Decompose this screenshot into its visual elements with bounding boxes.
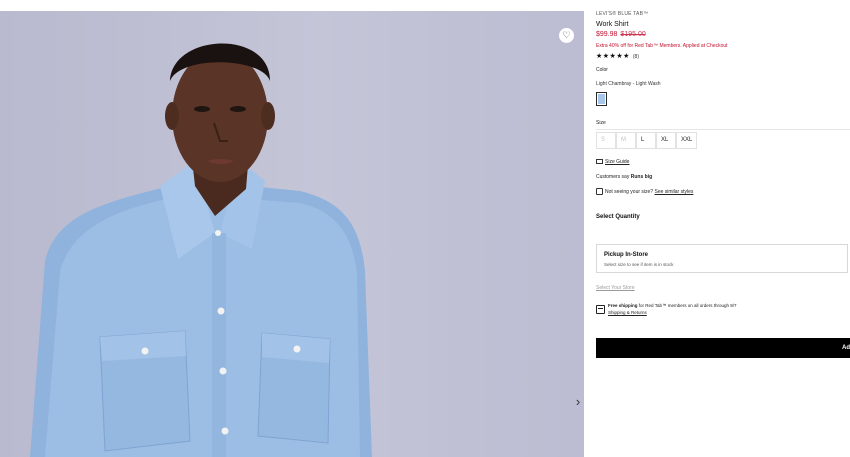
similar-text: Not seeing your size?: [605, 189, 654, 195]
review-count[interactable]: (8): [633, 54, 639, 60]
size-option-l[interactable]: L: [636, 132, 656, 149]
fit-note: Customers say Runs big: [596, 174, 652, 180]
promo-message: Extra 40% off for Red Tab™ Members. Appl…: [596, 43, 728, 49]
fit-note-value: Runs big: [630, 174, 653, 180]
product-image: ♡ ›: [0, 11, 584, 457]
divider: [596, 129, 850, 130]
rating-stars: ★★★★★: [596, 53, 630, 60]
original-price: $195.00: [620, 31, 646, 38]
similar-styles: Not seeing your size? See similar styles: [596, 188, 693, 195]
shipping-returns-link[interactable]: Shipping & Returns: [608, 310, 647, 315]
sale-price: $99.98: [596, 31, 618, 38]
size-option-s[interactable]: S: [596, 132, 616, 149]
rating[interactable]: ★★★★★ (8): [596, 52, 639, 60]
price: $99.98 $195.00: [596, 31, 646, 38]
add-to-bag-button[interactable]: Ad: [596, 338, 850, 358]
size-option-xl[interactable]: XL: [656, 132, 676, 149]
size-label: Size: [596, 120, 606, 126]
size-guide[interactable]: Size Guide: [596, 159, 629, 165]
truck-icon: [596, 305, 605, 314]
shipping-bold: Free shipping: [608, 303, 638, 308]
model-illustration: [30, 43, 372, 457]
hanger-icon: [596, 188, 603, 195]
size-guide-link[interactable]: Size Guide: [605, 159, 629, 165]
quantity-label: Select Quantity: [596, 214, 640, 220]
color-label: Color: [596, 67, 608, 73]
fit-note-prefix: Customers say: [596, 174, 630, 180]
brand-label: LEVI'S® BLUE TAB™: [596, 11, 649, 17]
select-store-link[interactable]: Select Your Store: [596, 285, 635, 291]
swatch-fill: [598, 94, 605, 104]
pickup-subtitle: Select size to see if item is in stock: [604, 262, 674, 267]
selected-color-name: Light Chambray - Light Wash: [596, 81, 661, 87]
size-selector: S M L XL XXL: [596, 132, 698, 149]
size-option-xxl[interactable]: XXL: [676, 132, 698, 149]
color-swatch[interactable]: [596, 92, 607, 106]
shipping-text: for Red Tab™ members on all orders throu…: [637, 303, 737, 308]
similar-styles-link[interactable]: See similar styles: [654, 189, 693, 195]
size-option-m[interactable]: M: [616, 132, 636, 149]
pickup-in-store[interactable]: Pickup In-Store Select size to see if it…: [596, 244, 848, 273]
product-details: LEVI'S® BLUE TAB™ Work Shirt $99.98 $195.…: [596, 0, 850, 457]
heart-icon[interactable]: ♡: [559, 28, 574, 43]
chevron-right-icon[interactable]: ›: [572, 395, 584, 409]
shipping-message: Free shipping for Red Tab™ members on al…: [608, 303, 736, 308]
ruler-icon: [596, 159, 603, 164]
product-title: Work Shirt: [596, 21, 629, 28]
pickup-title: Pickup In-Store: [604, 252, 649, 258]
